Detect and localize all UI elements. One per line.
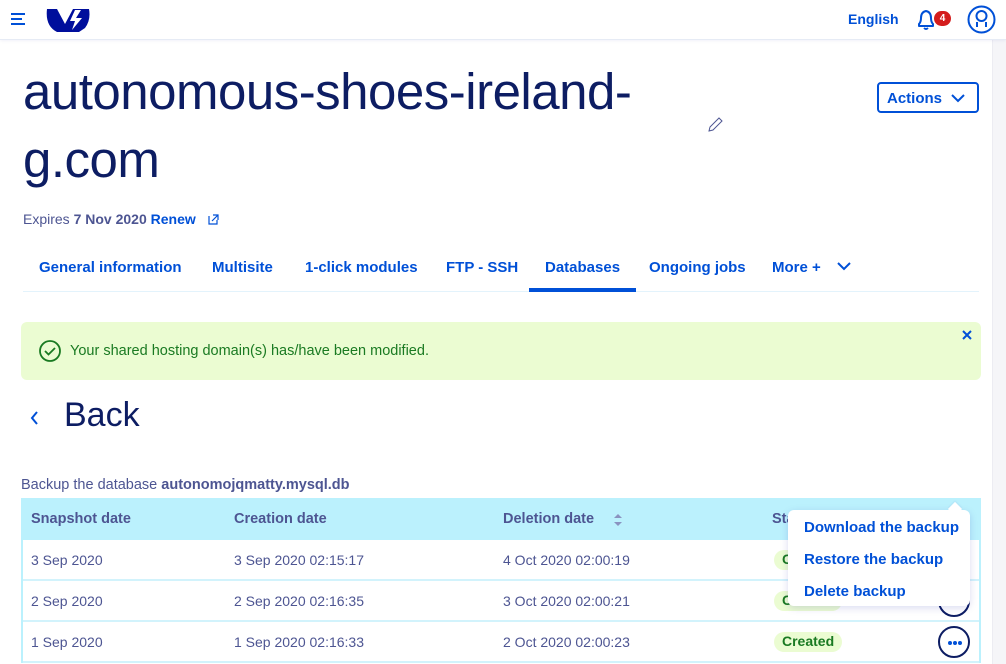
dot: [953, 641, 957, 645]
page-scrollbar[interactable]: [992, 40, 1006, 664]
snapshot-date: 3 Sep 2020: [31, 552, 103, 568]
deletion-date: 4 Oct 2020 02:00:19: [503, 552, 630, 568]
deletion-date: 2 Oct 2020 02:00:23: [503, 634, 630, 650]
table-caption: Backup the database autonomojqmatty.mysq…: [21, 477, 350, 493]
user-account-icon[interactable]: [967, 5, 996, 34]
actions-dropdown-button[interactable]: Actions: [877, 82, 979, 113]
column-header-snapshot-date[interactable]: Snapshot date: [31, 511, 131, 527]
menu-icon[interactable]: [11, 13, 25, 25]
ovh-logo[interactable]: [45, 6, 90, 32]
sort-icon[interactable]: [614, 514, 622, 526]
language-selector[interactable]: English: [848, 11, 899, 27]
tab-ftp-ssh[interactable]: FTP - SSH: [446, 259, 518, 276]
creation-date: 3 Sep 2020 02:15:17: [234, 552, 365, 568]
menu-item-restore-backup[interactable]: Restore the backup: [804, 551, 943, 568]
snapshot-date: 2 Sep 2020: [31, 593, 103, 609]
page-title: autonomous-shoes-ireland-g.com: [23, 63, 632, 188]
database-name: autonomojqmatty.mysql.db: [161, 477, 350, 493]
alert-message: Your shared hosting domain(s) has/have b…: [70, 343, 429, 359]
tab-more[interactable]: More +: [772, 259, 851, 276]
chevron-left-icon: [30, 411, 38, 425]
expiration-info: Expires 7 Nov 2020 Renew: [23, 211, 219, 227]
column-header-deletion-date[interactable]: Deletion date: [503, 511, 594, 527]
expires-date: 7 Nov 2020: [73, 211, 147, 227]
tab-databases[interactable]: Databases: [528, 259, 637, 292]
row-actions-menu: Download the backup Restore the backup D…: [788, 510, 970, 606]
check-circle-icon: [39, 340, 61, 362]
expires-label: Expires: [23, 211, 70, 227]
renew-link[interactable]: Renew: [151, 211, 196, 227]
snapshot-date: 1 Sep 2020: [31, 634, 103, 650]
creation-date: 1 Sep 2020 02:16:33: [234, 634, 365, 650]
row-actions-button[interactable]: [938, 626, 970, 658]
status-badge: Created: [774, 632, 843, 652]
dot: [958, 641, 962, 645]
tab-bar: General information Multisite 1-click mo…: [23, 250, 979, 292]
chevron-down-icon: [951, 94, 965, 103]
tab-1-click-modules[interactable]: 1-click modules: [305, 259, 418, 276]
back-label: Back: [64, 396, 140, 434]
column-header-creation-date[interactable]: Creation date: [234, 511, 327, 527]
caption-prefix: Backup the database: [21, 477, 158, 493]
actions-label: Actions: [887, 90, 943, 107]
menu-item-delete-backup[interactable]: Delete backup: [804, 583, 906, 600]
external-link-icon[interactable]: [208, 214, 219, 225]
success-alert: Your shared hosting domain(s) has/have b…: [21, 322, 981, 380]
tab-more-label: More +: [772, 259, 821, 276]
tab-general-information[interactable]: General information: [39, 259, 182, 276]
tab-multisite[interactable]: Multisite: [212, 259, 273, 276]
edit-pencil-icon[interactable]: [706, 116, 724, 134]
tab-ongoing-jobs[interactable]: Ongoing jobs: [649, 259, 746, 276]
chevron-down-icon: [837, 262, 851, 271]
creation-date: 2 Sep 2020 02:16:35: [234, 593, 365, 609]
dot: [948, 641, 952, 645]
top-navbar: English 4: [0, 0, 1006, 40]
menu-item-download-backup[interactable]: Download the backup: [804, 519, 959, 536]
close-icon[interactable]: [961, 329, 973, 341]
table-row: 1 Sep 2020 1 Sep 2020 02:16:33 2 Oct 202…: [23, 622, 979, 663]
notification-badge: 4: [934, 11, 951, 26]
deletion-date: 3 Oct 2020 02:00:21: [503, 593, 630, 609]
